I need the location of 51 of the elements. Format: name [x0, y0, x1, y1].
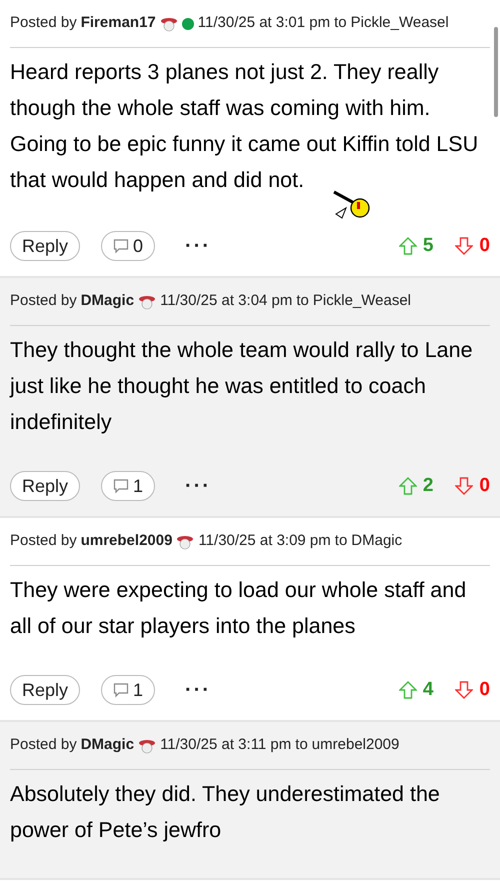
post-time: 11/30/25 at 3:11 pm [160, 735, 292, 756]
up-arrow-icon [398, 681, 417, 699]
more-button[interactable]: ··· [185, 471, 212, 501]
recipient-link[interactable]: Pickle_Weasel [312, 290, 412, 313]
post-body: They thought the whole team would rally to Lane just like he thought he was entitled to coach indefinitely [10, 337, 474, 436]
to-label: to [334, 13, 347, 34]
upvote-button[interactable]: 4 [398, 676, 434, 704]
author-link[interactable]: DMagic [80, 290, 134, 313]
post-time: 11/30/25 at 3:01 pm [198, 13, 330, 34]
reply-button[interactable]: Reply [10, 231, 80, 261]
comment-icon [113, 238, 130, 254]
comments-button[interactable]: 1 [101, 471, 156, 501]
post-time: 11/30/25 at 3:04 pm [160, 291, 292, 312]
recipient-link[interactable]: Pickle_Weasel [350, 12, 449, 35]
downvote-button[interactable]: 0 [455, 472, 490, 500]
more-button[interactable]: ··· [185, 675, 212, 705]
down-arrow-icon [455, 681, 474, 699]
avatar-icon [160, 16, 178, 32]
to-label: to [334, 531, 348, 552]
posted-by-label: Posted by [10, 13, 77, 34]
to-label: to [295, 735, 308, 756]
comments-button[interactable]: 1 [101, 675, 156, 705]
post-body: They were expecting to load our whole staff and all of our star players into the planes [10, 577, 468, 640]
post-body: Heard reports 3 planes not just 2. They really though the whole staff was coming with him. Going to be epic funny it came out Kiffin told LSU that would happen and did not. [10, 59, 480, 194]
up-arrow-icon [398, 477, 417, 495]
downvote-button[interactable]: 0 [455, 676, 490, 704]
to-label: to [296, 291, 309, 312]
avatar-icon [138, 294, 156, 310]
post-body: Absolutely they did. They underestimated the power of Pete’s jewfro [10, 781, 441, 844]
comment-icon [113, 682, 130, 698]
avatar-icon [138, 738, 156, 754]
reply-button[interactable]: Reply [10, 675, 80, 705]
downvote-button[interactable]: 0 [455, 232, 490, 260]
post-time: 11/30/25 at 3:09 pm [198, 531, 331, 552]
posted-by-label: Posted by [10, 735, 77, 756]
author-link[interactable]: Fireman17 [80, 12, 156, 35]
author-link[interactable]: umrebel2009 [80, 530, 172, 553]
comment-icon [113, 478, 130, 494]
up-arrow-icon [398, 237, 417, 255]
posted-by-label: Posted by [10, 291, 77, 312]
upvote-button[interactable]: 5 [398, 232, 434, 260]
down-arrow-icon [455, 237, 474, 255]
reply-button[interactable]: Reply [10, 471, 80, 501]
author-link[interactable]: DMagic [80, 734, 134, 757]
down-arrow-icon [455, 477, 474, 495]
posted-by-label: Posted by [10, 531, 77, 552]
avatar-icon [176, 534, 194, 550]
comments-button[interactable]: 0 [101, 231, 156, 261]
recipient-link[interactable]: umrebel2009 [312, 734, 400, 757]
recipient-link[interactable]: DMagic [351, 530, 402, 553]
more-button[interactable]: ··· [185, 231, 212, 261]
